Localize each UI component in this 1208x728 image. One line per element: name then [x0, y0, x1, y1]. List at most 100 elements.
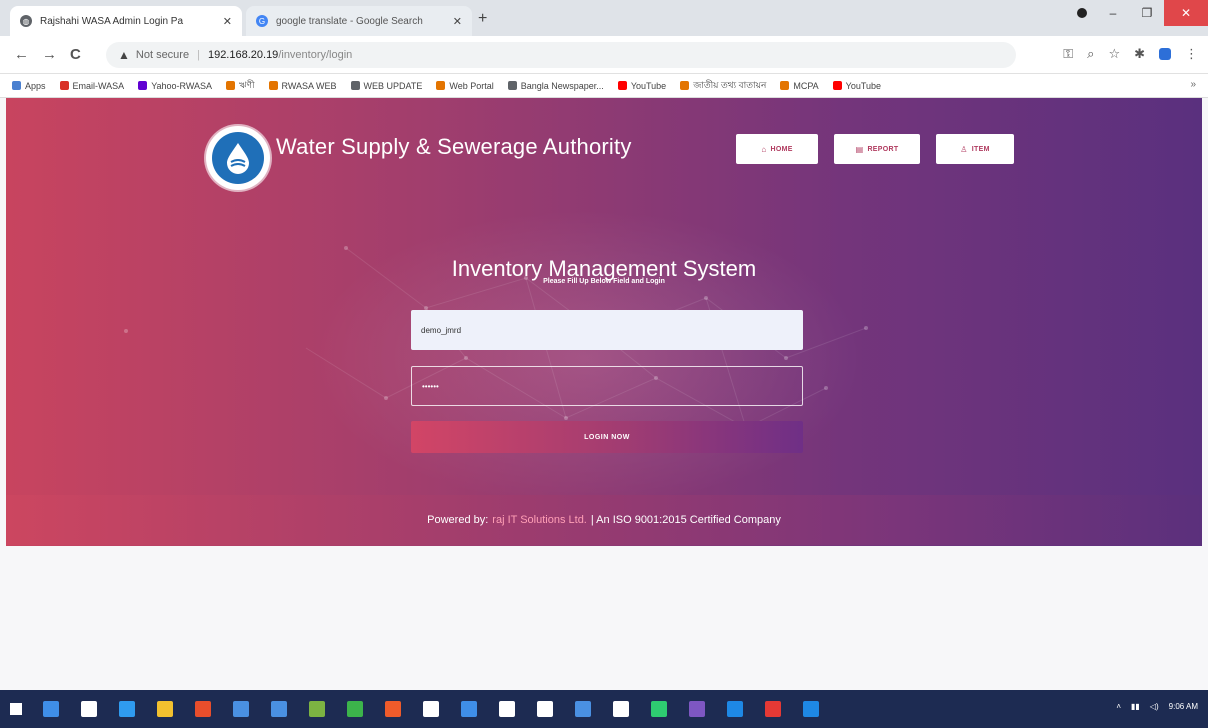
bookmark-label: ঋণী — [239, 80, 255, 90]
account-icon[interactable] — [1068, 0, 1096, 26]
bookmark-item[interactable]: জাতীয় তথ্য বাতায়ন — [680, 78, 766, 93]
tray-chevron-icon[interactable]: ˄ — [1116, 702, 1121, 711]
bookmark-item[interactable]: WEB UPDATE — [350, 80, 423, 91]
tab-close-icon[interactable]: ✕ — [223, 15, 232, 28]
site-footer: Powered by: raj IT Solutions Ltd. | An I… — [6, 495, 1202, 545]
bookmark-item[interactable]: YouTube — [832, 80, 882, 91]
taskbar-app-icon[interactable] — [271, 701, 287, 717]
minimize-button[interactable]: – — [1096, 0, 1130, 26]
login-button[interactable]: LOGIN NOW — [411, 421, 803, 453]
taskbar-app-icon[interactable] — [43, 701, 59, 717]
taskbar-app-icon[interactable] — [727, 701, 743, 717]
bookmark-item[interactable]: Email-WASA — [59, 80, 125, 91]
zoom-icon[interactable]: ⌕ — [1087, 46, 1094, 62]
nav-item-button[interactable]: ♙ ITEM — [936, 134, 1014, 164]
page-viewport: Water Supply & Sewerage Authority ⌂ HOME… — [0, 98, 1208, 690]
new-tab-button[interactable]: + — [478, 10, 487, 28]
clock[interactable]: 9:06 AM — [1169, 702, 1198, 711]
warning-icon: ▲ — [118, 48, 130, 62]
taskbar-apps — [32, 701, 830, 717]
site-icon — [226, 81, 236, 90]
bookmark-label: WEB UPDATE — [363, 80, 423, 91]
taskbar-app-icon[interactable] — [157, 701, 173, 717]
bookmark-item[interactable]: Web Portal — [436, 80, 494, 91]
nav-home-button[interactable]: ⌂ HOME — [736, 134, 818, 164]
taskbar-app-icon[interactable] — [385, 701, 401, 717]
user-icon: ♙ — [960, 144, 968, 154]
wasa-logo[interactable] — [206, 126, 270, 190]
star-icon[interactable]: ☆ — [1108, 46, 1120, 62]
water-drop-icon — [212, 132, 264, 184]
key-icon[interactable]: ⚿ — [1063, 46, 1073, 62]
bookmark-label: YouTube — [845, 80, 882, 91]
bookmark-label: Email-WASA — [72, 80, 125, 91]
taskbar-app-icon[interactable] — [309, 701, 325, 717]
taskbar-app-icon[interactable] — [803, 701, 819, 717]
google-icon: G — [256, 15, 268, 27]
taskbar-app-icon[interactable] — [461, 701, 477, 717]
taskbar-app-icon[interactable] — [423, 701, 439, 717]
report-icon: ▤ — [855, 144, 864, 154]
bookmark-item[interactable]: RWASA WEB — [268, 81, 337, 91]
taskbar-app-icon[interactable] — [233, 701, 249, 717]
browser-tab-google[interactable]: G google translate - Google Search ✕ — [246, 6, 472, 36]
taskbar-app-icon[interactable] — [575, 701, 591, 717]
footer-company-link[interactable]: raj IT Solutions Ltd. — [492, 514, 587, 526]
browser-tab-active[interactable]: ◍ Rajshahi WASA Admin Login Pa ✕ — [10, 6, 242, 36]
taskbar-app-icon[interactable] — [81, 701, 97, 717]
start-button[interactable] — [0, 690, 32, 728]
taskbar-app-icon[interactable] — [537, 701, 553, 717]
menu-icon[interactable]: ⋮ — [1185, 46, 1198, 62]
taskbar-app-icon[interactable] — [689, 701, 705, 717]
taskbar-app-icon[interactable] — [613, 701, 629, 717]
forward-button[interactable]: → — [42, 46, 57, 63]
browser-toolbar: ← → C ▲ Not secure | 192.168.20.19 /inve… — [0, 36, 1208, 74]
footer-prefix: Powered by: — [427, 514, 489, 526]
bookmark-item[interactable]: Yahoo-RWASA — [138, 81, 212, 91]
nav-label: ITEM — [971, 145, 990, 153]
site-icon — [780, 81, 790, 90]
network-icon[interactable]: ▮▮ — [1131, 702, 1140, 711]
reload-button[interactable]: C — [70, 46, 81, 63]
toolbar-actions: ⚿ ⌕ ☆ ✱ ⋮ — [1063, 46, 1198, 62]
address-bar[interactable]: ▲ Not secure | 192.168.20.19 /inventory/… — [106, 42, 1016, 68]
bookmark-item[interactable]: MCPA — [780, 81, 819, 91]
username-field[interactable] — [411, 310, 803, 350]
volume-icon[interactable]: ◁) — [1150, 702, 1159, 711]
taskbar-app-icon[interactable] — [119, 701, 135, 717]
site-header: Water Supply & Sewerage Authority ⌂ HOME… — [6, 98, 1202, 196]
tab-title: Rajshahi WASA Admin Login Pa — [40, 15, 184, 27]
bookmark-label: YouTube — [630, 80, 667, 91]
bookmark-label: Web Portal — [449, 80, 494, 91]
maximize-button[interactable]: ❐ — [1130, 0, 1164, 26]
url-separator: | — [197, 49, 200, 61]
taskbar-app-icon[interactable] — [765, 701, 781, 717]
bookmarks-overflow-button[interactable]: » — [1190, 79, 1196, 90]
taskbar-app-icon[interactable] — [195, 701, 211, 717]
bookmark-item[interactable]: YouTube — [617, 80, 667, 91]
bookmark-item[interactable]: ঋণী — [226, 78, 255, 93]
profile-icon[interactable] — [1159, 48, 1171, 60]
youtube-icon — [617, 81, 627, 90]
password-input[interactable] — [412, 367, 802, 405]
nav-report-button[interactable]: ▤ REPORT — [834, 134, 920, 164]
password-field[interactable] — [411, 366, 803, 406]
back-button[interactable]: ← — [14, 46, 29, 63]
taskbar-app-icon[interactable] — [499, 701, 515, 717]
username-input[interactable] — [411, 310, 803, 350]
bookmark-label: জাতীয় তথ্য বাতায়ন — [693, 80, 767, 90]
bookmark-item[interactable]: Bangla Newspaper... — [507, 80, 604, 91]
url-path: /inventory/login — [278, 49, 353, 61]
bookmarks-bar: Apps Email-WASA Yahoo-RWASA ঋণী RWASA WE… — [0, 74, 1208, 98]
header-nav: ⌂ HOME ▤ REPORT ♙ ITEM — [736, 134, 1014, 164]
extensions-icon[interactable]: ✱ — [1134, 46, 1145, 62]
tab-close-icon[interactable]: ✕ — [453, 15, 462, 28]
tab-title: google translate - Google Search — [276, 15, 423, 27]
bookmark-label: Bangla Newspaper... — [520, 80, 604, 91]
bookmark-apps[interactable]: Apps — [12, 81, 46, 91]
home-icon: ⌂ — [761, 144, 767, 154]
window-controls: – ❐ ✕ — [1068, 0, 1208, 26]
taskbar-app-icon[interactable] — [347, 701, 363, 717]
close-window-button[interactable]: ✕ — [1164, 0, 1208, 26]
taskbar-app-icon[interactable] — [651, 701, 667, 717]
